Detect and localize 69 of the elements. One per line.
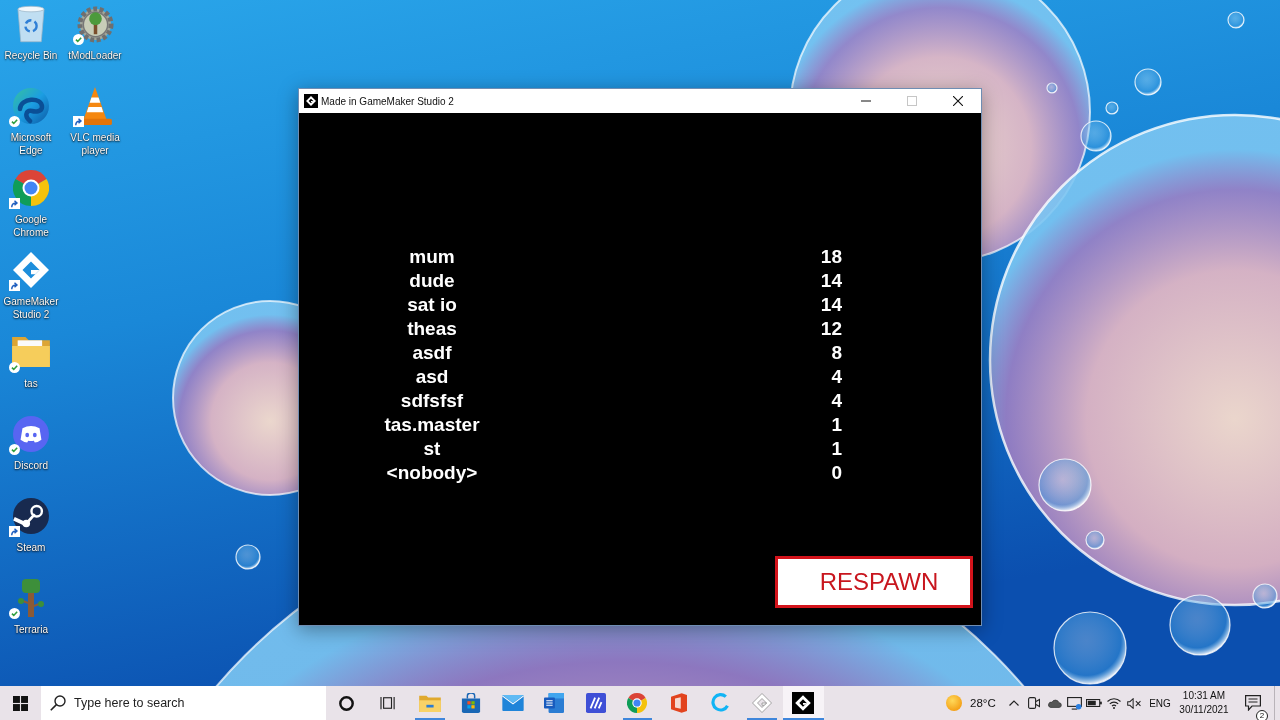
desktop-shortcut[interactable]: tas: [0, 330, 62, 390]
speaker-muted-icon[interactable]: [1126, 697, 1142, 709]
desktop-shortcut[interactable]: GameMaker Studio 2: [0, 248, 62, 321]
diamond-logo-icon: [13, 252, 49, 288]
player-score: 18: [820, 245, 842, 269]
diamond-logo-icon[interactable]: [792, 692, 815, 714]
search-field[interactable]: Type here to search: [41, 686, 326, 720]
piston-logo-icon: [13, 498, 49, 534]
player-name: <nobody>: [386, 461, 478, 485]
player-score: 4: [831, 389, 842, 413]
slash-logo-icon[interactable]: [585, 693, 606, 713]
monitor-icon[interactable]: [1066, 696, 1082, 710]
block-logo-icon[interactable]: [670, 693, 687, 713]
desktop-shortcut[interactable]: tModLoader: [64, 2, 126, 62]
desktop-shortcut[interactable]: VLC media player: [64, 84, 126, 157]
player-name: tas.master: [384, 413, 480, 437]
player-score: 1: [831, 437, 842, 461]
sun-icon: [946, 695, 962, 711]
window-panes-icon[interactable]: [13, 695, 28, 711]
chevron-up-icon[interactable]: [1009, 700, 1019, 706]
player-name: asd: [415, 365, 449, 389]
shopping-bag-icon[interactable]: [461, 693, 482, 713]
envelope-icon[interactable]: [501, 695, 524, 711]
clock-date[interactable]: 30/11/2021: [1179, 703, 1229, 717]
temperature[interactable]: 28°C: [970, 697, 996, 709]
player-name: asdf: [412, 341, 452, 365]
language-indicator[interactable]: ENG: [1144, 697, 1176, 709]
folder-icon[interactable]: [418, 694, 441, 712]
player-score: 0: [831, 461, 842, 485]
respawn-button[interactable]: RESPAWN: [775, 556, 973, 608]
document-icon[interactable]: [544, 693, 565, 713]
player-name: mum: [409, 245, 455, 269]
wave-logo-icon: [13, 88, 49, 124]
desktop-shortcut[interactable]: Microsoft Edge: [0, 84, 62, 157]
player-score: 1: [831, 413, 842, 437]
close-icon[interactable]: [953, 96, 963, 106]
player-score: 14: [820, 293, 842, 317]
clock-time[interactable]: 10:31 AM: [1182, 689, 1226, 703]
player-name: theas: [407, 317, 457, 341]
search-icon: [50, 695, 66, 711]
cloud-icon[interactable]: [1046, 698, 1062, 708]
player-name: sat io: [407, 293, 457, 317]
window-title: Made in GameMaker Studio 2: [321, 95, 454, 107]
player-score: 8: [831, 341, 842, 365]
wifi-icon[interactable]: [1107, 697, 1121, 709]
taskbar-button[interactable]: [782, 686, 824, 720]
player-name: dude: [409, 269, 455, 293]
desktop-shortcut[interactable]: Discord: [0, 412, 62, 472]
ring-icon[interactable]: [339, 695, 355, 711]
task-view-icon[interactable]: [380, 696, 397, 710]
player-name: sdfsfsf: [400, 389, 464, 413]
round-logo-icon: [13, 170, 49, 206]
notification-icon[interactable]: [1245, 695, 1261, 711]
player-score: 14: [820, 269, 842, 293]
desktop-shortcut[interactable]: Google Chrome: [0, 166, 62, 239]
notification-count: 2: [1256, 710, 1268, 720]
desktop-shortcut[interactable]: Terraria: [0, 576, 62, 636]
player-score: 4: [831, 365, 842, 389]
desktop-shortcut[interactable]: Steam: [0, 494, 62, 554]
tree-icon: [18, 579, 44, 617]
round-logo-icon[interactable]: [627, 693, 648, 713]
camera-icon[interactable]: [1028, 697, 1040, 709]
desktop-shortcut[interactable]: Recycle Bin: [0, 2, 62, 62]
player-score: 12: [820, 317, 842, 341]
controller-face-icon: [13, 416, 49, 452]
player-name: st: [423, 437, 441, 461]
diamond-logo-icon: [304, 94, 318, 108]
gear-tree-icon: [76, 5, 114, 43]
battery-icon[interactable]: [1086, 699, 1102, 707]
